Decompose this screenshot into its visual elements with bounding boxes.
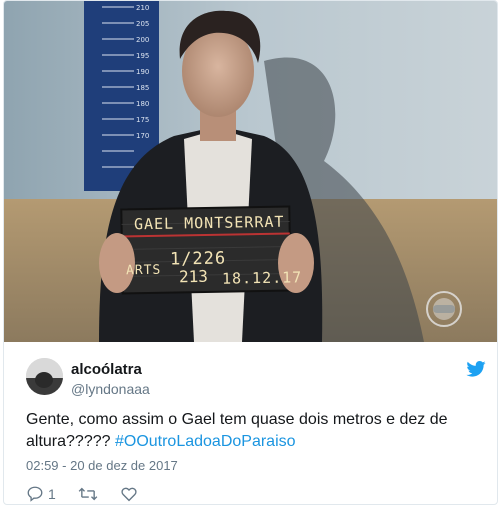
reply-button[interactable]: 1 — [26, 485, 56, 503]
retweet-button[interactable] — [78, 485, 98, 503]
tweet-timestamp[interactable]: 02:59 - 20 de dez de 2017 — [26, 458, 178, 473]
retweet-icon — [78, 487, 98, 501]
height-tick-200: 200 — [136, 36, 149, 44]
display-name[interactable]: alcoólatra — [71, 361, 142, 378]
height-tick-195: 195 — [136, 52, 149, 60]
avatar[interactable] — [26, 358, 63, 395]
board-date: 18.12.17 — [221, 268, 303, 288]
tweet-card: 210 205 200 195 190 185 180 175 170 GAEL… — [3, 0, 498, 505]
board-name: GAEL MONTSERRAT — [133, 212, 285, 234]
user-handle[interactable]: @lyndonaaa — [71, 381, 150, 397]
height-tick-185: 185 — [136, 84, 149, 92]
tweet-actions: 1 — [26, 483, 160, 504]
reply-icon — [27, 486, 43, 502]
tweet-text: Gente, como assim o Gael tem quase dois … — [26, 409, 486, 453]
height-tick-210: 210 — [136, 4, 149, 12]
tweet-photo[interactable]: 210 205 200 195 190 185 180 175 170 GAEL… — [4, 1, 497, 342]
twitter-bird-icon[interactable] — [466, 361, 486, 377]
height-tick-180: 180 — [136, 100, 149, 108]
board-number: 213 — [178, 266, 209, 287]
height-tick-190: 190 — [136, 68, 149, 76]
like-button[interactable] — [120, 485, 138, 503]
mugshot-image: 210 205 200 195 190 185 180 175 170 — [4, 1, 497, 342]
height-tick-175: 175 — [136, 116, 149, 124]
hashtag-link[interactable]: #OOutroLadoaDoParaiso — [115, 433, 296, 450]
board-prefix: ARTS — [125, 262, 162, 279]
heart-icon — [121, 487, 137, 502]
reply-count: 1 — [48, 486, 56, 502]
height-tick-170: 170 — [136, 132, 149, 140]
height-tick-205: 205 — [136, 20, 149, 28]
